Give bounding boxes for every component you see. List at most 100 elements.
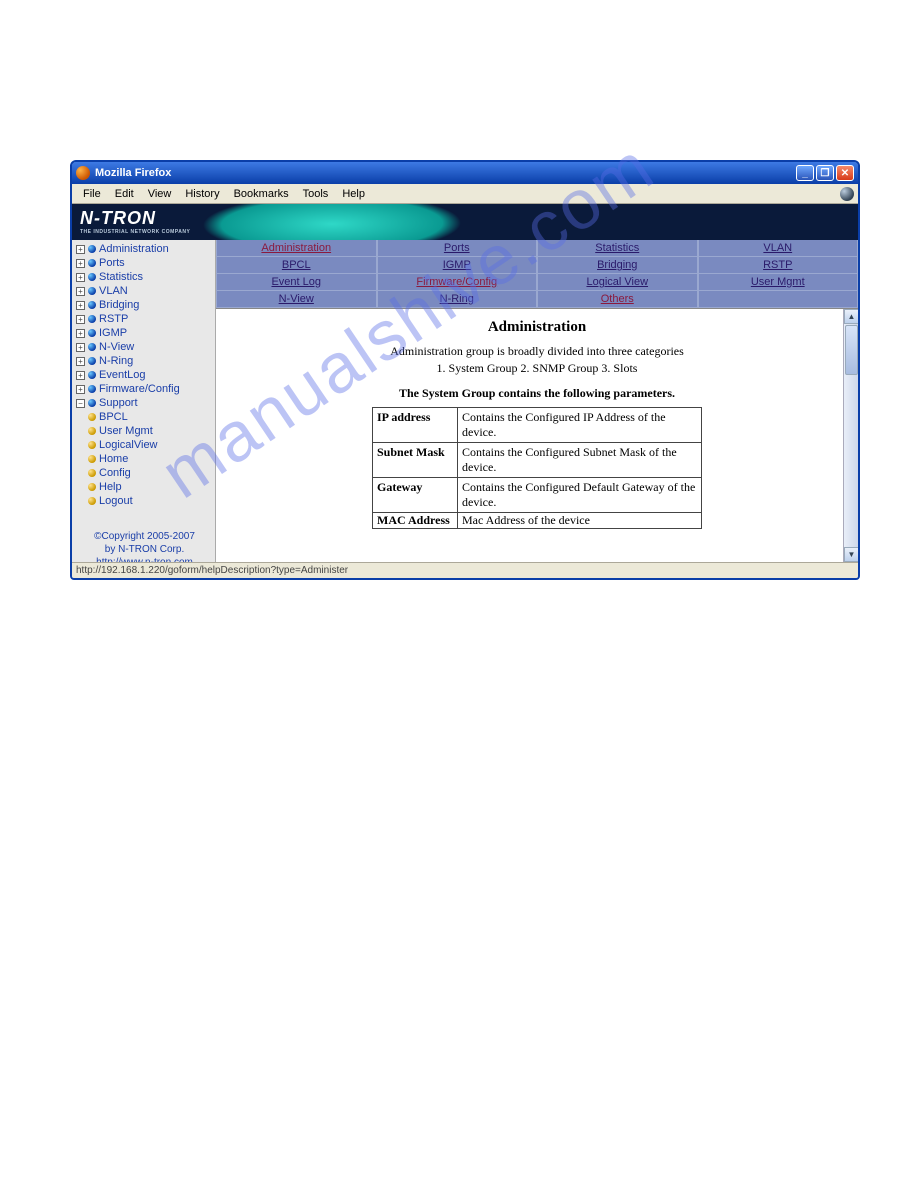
logo-tagline: THE INDUSTRIAL NETWORK COMPANY xyxy=(80,229,190,235)
nav-logical-view[interactable]: Logical View xyxy=(537,274,698,291)
sidebar-item-label: EventLog xyxy=(99,368,145,382)
scroll-down-arrow[interactable]: ▼ xyxy=(844,547,858,562)
subheading: The System Group contains the following … xyxy=(232,386,842,401)
scroll-up-arrow[interactable]: ▲ xyxy=(844,309,858,324)
sidebar-item-administration[interactable]: + Administration xyxy=(74,242,215,256)
vertical-scrollbar[interactable]: ▲ ▼ xyxy=(843,309,858,562)
bullet-icon xyxy=(88,455,96,463)
nav-ports[interactable]: Ports xyxy=(377,240,538,257)
sidebar-item-label: VLAN xyxy=(99,284,128,298)
sidebar-child-config[interactable]: Config xyxy=(74,466,215,480)
sidebar-item-firmware-config[interactable]: + Firmware/Config xyxy=(74,382,215,396)
sidebar-item-support[interactable]: − Support xyxy=(74,396,215,410)
sidebar-item-n-view[interactable]: + N-View xyxy=(74,340,215,354)
nav-n-view[interactable]: N-View xyxy=(216,291,377,308)
nav-statistics[interactable]: Statistics xyxy=(537,240,698,257)
menu-bookmarks[interactable]: Bookmarks xyxy=(227,186,296,202)
sidebar-item-label: User Mgmt xyxy=(99,424,153,438)
sidebar-item-label: Config xyxy=(99,466,131,480)
expand-icon[interactable]: + xyxy=(76,371,85,380)
expand-icon[interactable]: + xyxy=(76,245,85,254)
bullet-icon xyxy=(88,483,96,491)
status-text: http://192.168.1.220/goform/helpDescript… xyxy=(76,565,348,576)
bullet-icon xyxy=(88,469,96,477)
expand-icon[interactable]: − xyxy=(76,399,85,408)
sidebar-child-help[interactable]: Help xyxy=(74,480,215,494)
bullet-icon xyxy=(88,441,96,449)
sidebar-item-eventlog[interactable]: + EventLog xyxy=(74,368,215,382)
menu-help[interactable]: Help xyxy=(335,186,372,202)
nav-administration[interactable]: Administration xyxy=(216,240,377,257)
sidebar-item-label: Home xyxy=(99,452,128,466)
table-row: MAC AddressMac Address of the device xyxy=(373,513,702,529)
sidebar-item-label: LogicalView xyxy=(99,438,158,452)
nav-others[interactable]: Others xyxy=(537,291,698,308)
nav-bpcl[interactable]: BPCL xyxy=(216,257,377,274)
sidebar-child-bpcl[interactable]: BPCL xyxy=(74,410,215,424)
sidebar-item-n-ring[interactable]: +N-Ring xyxy=(74,354,215,368)
sidebar-child-user-mgmt[interactable]: User Mgmt xyxy=(74,424,215,438)
sidebar-child-logout[interactable]: Logout xyxy=(74,494,215,508)
sidebar-item-label: Help xyxy=(99,480,122,494)
sidebar-child-home[interactable]: Home xyxy=(74,452,215,466)
sidebar-item-label: Administration xyxy=(99,242,169,256)
sidebar-item-ports[interactable]: + Ports xyxy=(74,256,215,270)
sidebar-item-label: IGMP xyxy=(99,326,127,340)
bullet-icon xyxy=(88,329,96,337)
nav-empty xyxy=(698,291,859,308)
menu-view[interactable]: View xyxy=(141,186,179,202)
throbber-icon xyxy=(840,187,854,201)
nav-user-mgmt[interactable]: User Mgmt xyxy=(698,274,859,291)
nav-rstp[interactable]: RSTP xyxy=(698,257,859,274)
sidebar-item-igmp[interactable]: + IGMP xyxy=(74,326,215,340)
logo-text: N-TRON xyxy=(80,208,156,228)
nav-n-ring[interactable]: N-Ring xyxy=(377,291,538,308)
bullet-icon xyxy=(88,301,96,309)
menu-tools[interactable]: Tools xyxy=(296,186,336,202)
menu-file[interactable]: File xyxy=(76,186,108,202)
menubar: File Edit View History Bookmarks Tools H… xyxy=(72,184,858,204)
minimize-button[interactable]: _ xyxy=(796,165,814,181)
intro-line-2: 1. System Group 2. SNMP Group 3. Slots xyxy=(232,361,842,376)
bullet-icon xyxy=(88,427,96,435)
menu-history[interactable]: History xyxy=(178,186,226,202)
sidebar-item-label: Ports xyxy=(99,256,125,270)
nav-vlan[interactable]: VLAN xyxy=(698,240,859,257)
param-name: Gateway xyxy=(373,478,458,513)
bullet-icon xyxy=(88,315,96,323)
window-title: Mozilla Firefox xyxy=(95,167,796,179)
expand-icon[interactable]: + xyxy=(76,329,85,338)
sidebar-item-vlan[interactable]: + VLAN xyxy=(74,284,215,298)
expand-icon[interactable]: + xyxy=(76,273,85,282)
table-row: Subnet MaskContains the Configured Subne… xyxy=(373,443,702,478)
sidebar-item-rstp[interactable]: +RSTP xyxy=(74,312,215,326)
menu-edit[interactable]: Edit xyxy=(108,186,141,202)
expand-icon[interactable]: + xyxy=(76,357,85,366)
expand-icon[interactable]: + xyxy=(76,343,85,352)
nav-igmp[interactable]: IGMP xyxy=(377,257,538,274)
close-button[interactable]: ✕ xyxy=(836,165,854,181)
sidebar-item-statistics[interactable]: +Statistics xyxy=(74,270,215,284)
nav-event-log[interactable]: Event Log xyxy=(216,274,377,291)
sidebar-child-logicalview[interactable]: LogicalView xyxy=(74,438,215,452)
bullet-icon xyxy=(88,497,96,505)
expand-icon[interactable]: + xyxy=(76,385,85,394)
topnav: AdministrationPortsStatisticsVLAN BPCLIGM… xyxy=(216,240,858,308)
sidebar-item-label: Firmware/Config xyxy=(99,382,180,396)
expand-icon[interactable]: + xyxy=(76,259,85,268)
nav-firmware-config[interactable]: Firmware/Config xyxy=(377,274,538,291)
expand-icon[interactable]: + xyxy=(76,301,85,310)
sidebar-item-label: N-View xyxy=(99,340,134,354)
table-row: GatewayContains the Configured Default G… xyxy=(373,478,702,513)
maximize-button[interactable]: ❐ xyxy=(816,165,834,181)
bullet-icon xyxy=(88,245,96,253)
param-desc: Contains the Configured Subnet Mask of t… xyxy=(458,443,702,478)
intro-line-1: Administration group is broadly divided … xyxy=(232,344,842,359)
expand-icon[interactable]: + xyxy=(76,315,85,324)
sidebar-item-label: Logout xyxy=(99,494,133,508)
expand-icon[interactable]: + xyxy=(76,287,85,296)
sidebar-item-label: Support xyxy=(99,396,138,410)
nav-bridging[interactable]: Bridging xyxy=(537,257,698,274)
scroll-thumb[interactable] xyxy=(845,325,858,375)
sidebar-item-bridging[interactable]: +Bridging xyxy=(74,298,215,312)
